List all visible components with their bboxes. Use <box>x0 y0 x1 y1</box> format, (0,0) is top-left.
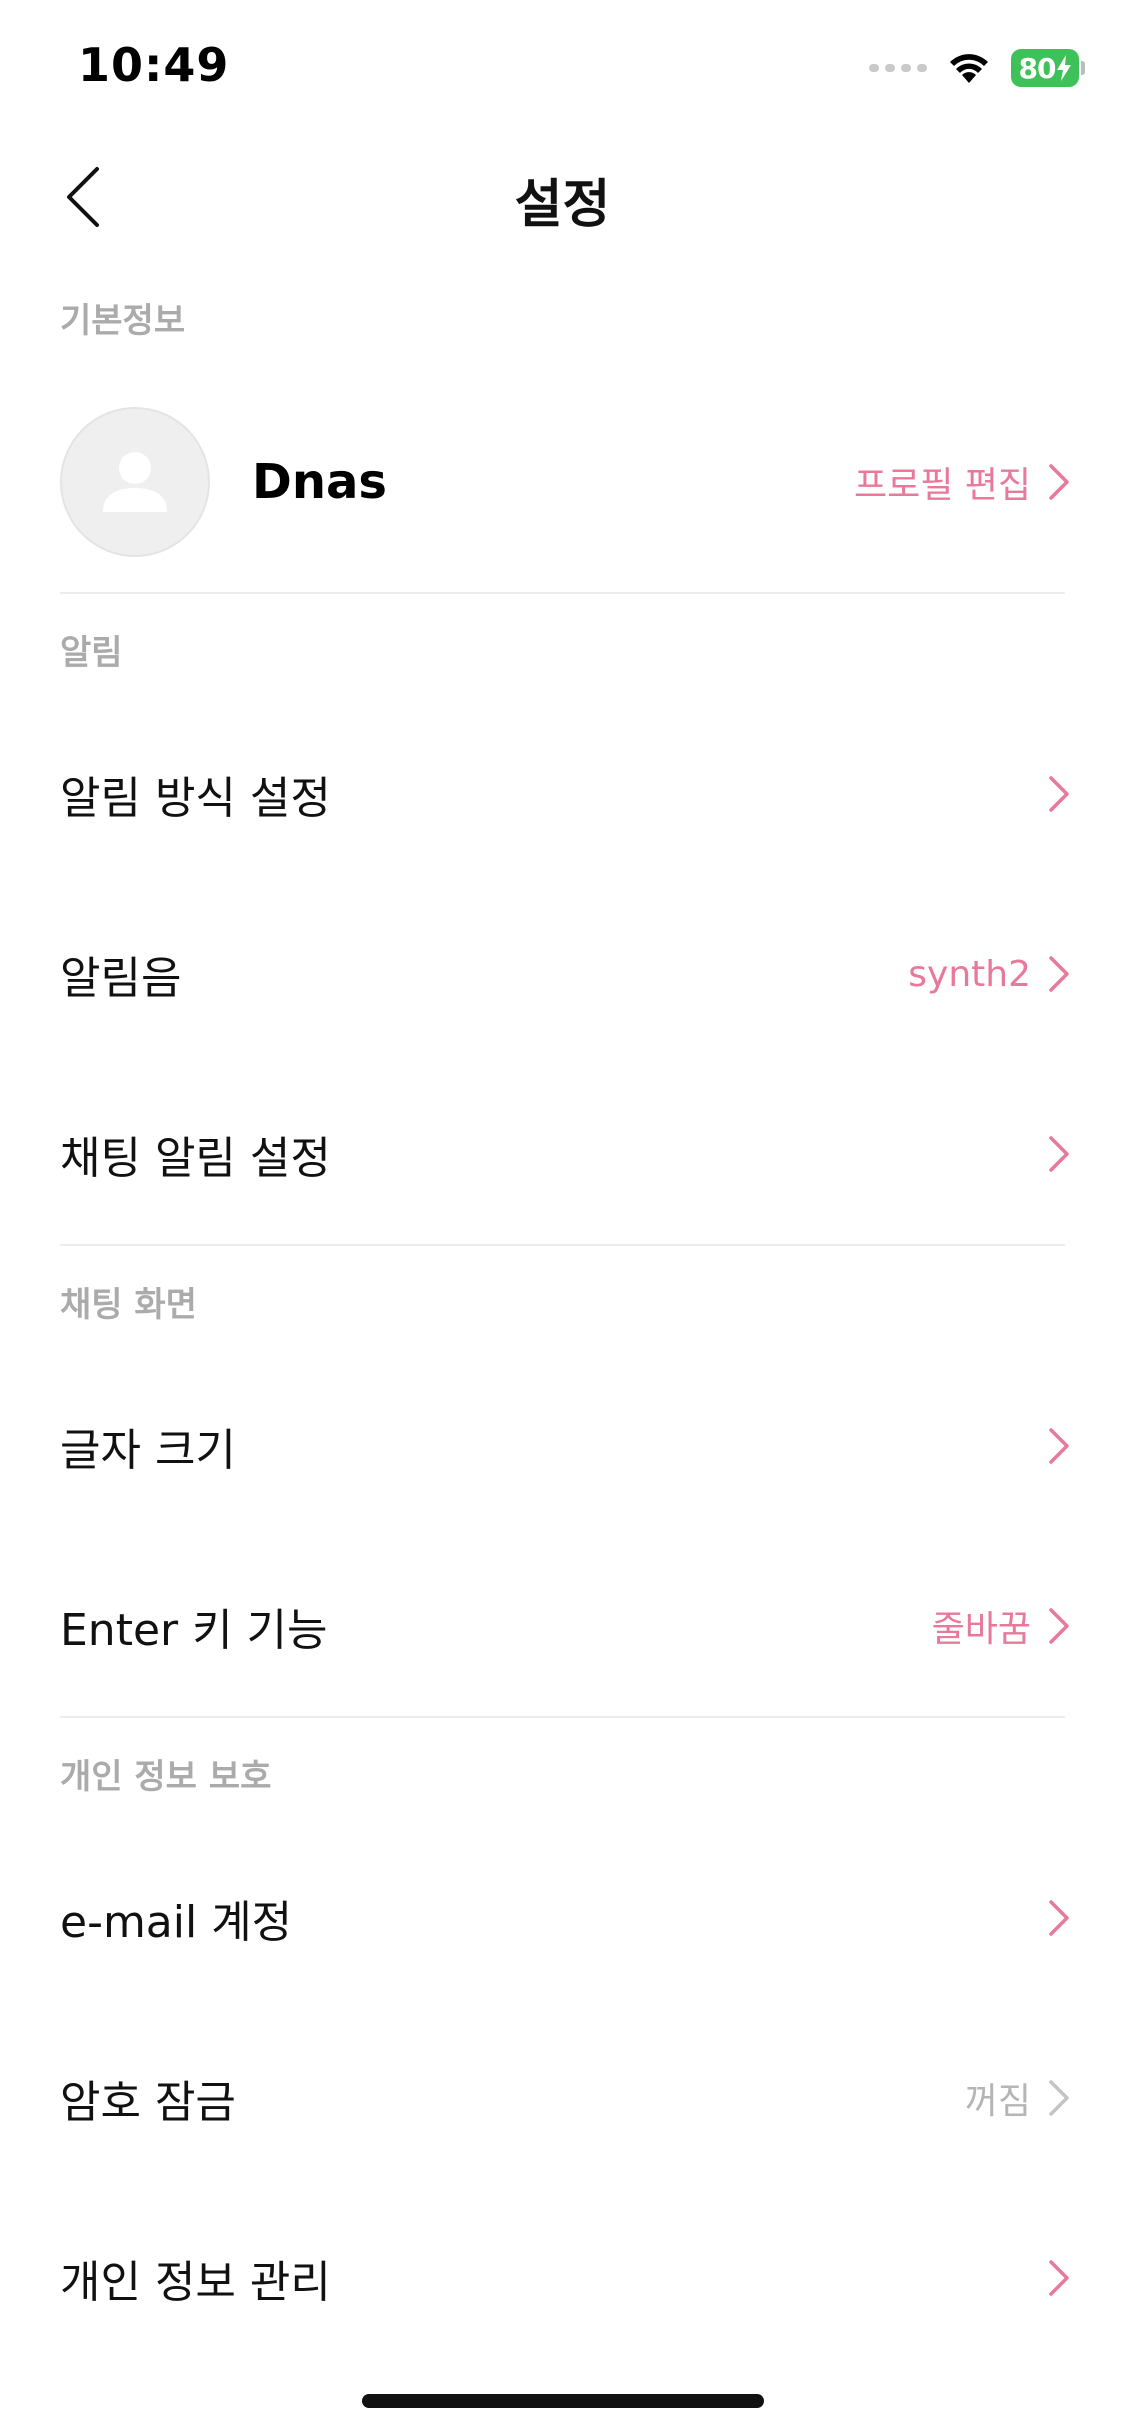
menu-item-enter-key[interactable]: Enter 키 기능 줄바꿈 <box>0 1536 1125 1716</box>
chevron-right-icon <box>1047 954 1071 994</box>
chevron-right-icon <box>1047 1134 1071 1174</box>
profile-name: Dnas <box>252 454 387 510</box>
menu-item-label: 글자 크기 <box>60 1425 236 1476</box>
edit-profile-link[interactable]: 프로필 편집 <box>854 456 1071 508</box>
battery-tip <box>1081 61 1085 75</box>
battery-level: 80 <box>1018 51 1057 85</box>
settings-list: 기본정보 Dnas 프로필 편집 알림 알림 방식 설정 알림음 synth2 <box>0 262 1125 2368</box>
signal-dots-icon <box>869 64 927 72</box>
section-header-privacy: 개인 정보 보호 <box>60 1756 272 1797</box>
menu-item-value: 줄바꿈 <box>931 1609 1031 1650</box>
page-title: 설정 <box>514 175 611 235</box>
menu-item-value: synth2 <box>908 953 1031 995</box>
menu-item-label: 채팅 알림 설정 <box>60 1133 331 1184</box>
chevron-right-icon <box>1047 2258 1071 2298</box>
menu-item-value-group: 꺼짐 <box>965 2072 1071 2124</box>
chevron-right-icon <box>1047 462 1071 502</box>
menu-item-notification-sound[interactable]: 알림음 synth2 <box>0 884 1125 1064</box>
navigation-bar: 설정 <box>0 132 1125 262</box>
menu-item-label: 알림 방식 설정 <box>60 773 331 824</box>
menu-item-label: 개인 정보 관리 <box>60 2257 331 2308</box>
status-time: 10:49 <box>78 38 230 92</box>
status-icons: 80 <box>869 48 1085 88</box>
menu-item-label: 알림음 <box>60 953 182 1004</box>
charging-bolt-icon <box>1057 55 1072 81</box>
chevron-right-icon <box>1047 1426 1071 1466</box>
chevron-right-icon <box>1047 1898 1071 1938</box>
menu-item-privacy-management[interactable]: 개인 정보 관리 <box>0 2188 1125 2368</box>
person-placeholder-icon <box>103 452 167 512</box>
section-header-basic-info: 기본정보 <box>60 300 186 341</box>
menu-item-value-group: synth2 <box>908 954 1071 995</box>
menu-item-font-size[interactable]: 글자 크기 <box>0 1356 1125 1536</box>
battery-icon: 80 <box>1011 49 1079 87</box>
menu-item-notification-method[interactable]: 알림 방식 설정 <box>0 704 1125 884</box>
menu-item-value-group: 줄바꿈 <box>932 1600 1071 1652</box>
menu-item-label: Enter 키 기능 <box>60 1605 328 1656</box>
edit-profile-label: 프로필 편집 <box>853 465 1031 506</box>
menu-item-chat-notification[interactable]: 채팅 알림 설정 <box>0 1064 1125 1244</box>
wifi-icon <box>947 51 991 85</box>
chevron-right-icon <box>1047 1606 1071 1646</box>
profile-row[interactable]: Dnas 프로필 편집 <box>0 372 1125 592</box>
section-header-notifications: 알림 <box>60 632 123 673</box>
menu-item-passcode-lock[interactable]: 암호 잠금 꺼짐 <box>0 2008 1125 2188</box>
menu-item-value: 꺼짐 <box>964 2081 1031 2122</box>
home-indicator[interactable] <box>362 2394 764 2408</box>
chevron-right-icon <box>1047 2078 1071 2118</box>
menu-item-label: e-mail 계정 <box>60 1897 293 1948</box>
menu-item-email-account[interactable]: e-mail 계정 <box>0 1828 1125 2008</box>
avatar <box>60 407 210 557</box>
section-header-chat-screen: 채팅 화면 <box>60 1284 197 1325</box>
menu-item-label: 암호 잠금 <box>60 2077 236 2128</box>
chevron-right-icon <box>1047 774 1071 814</box>
status-bar: 10:49 80 <box>0 0 1125 132</box>
